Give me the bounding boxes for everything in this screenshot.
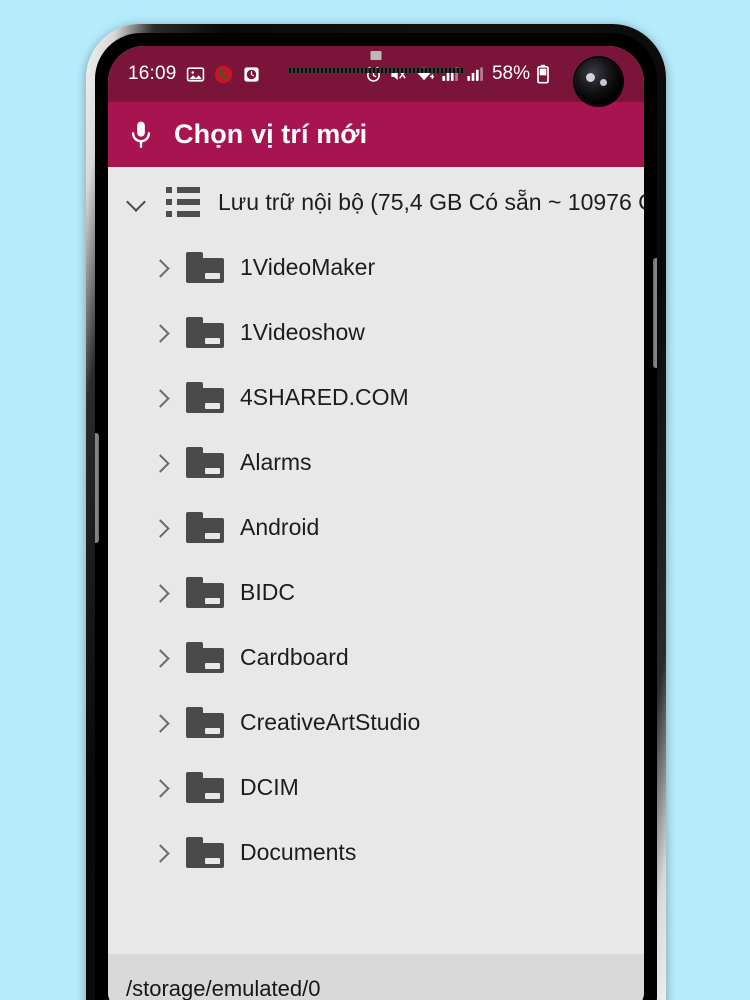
folder-name-label: Cardboard (240, 644, 349, 670)
chevron-right-icon[interactable] (152, 452, 170, 474)
image-icon (186, 65, 205, 84)
folder-name-label: CreativeArtStudio (240, 709, 421, 735)
phone-bezel: 16:09 58% Chọn vị trí mới Lưu trữ nội bộ… (95, 33, 657, 1000)
selected-path-label: /storage/emulated/0 (126, 976, 321, 1000)
status-bar-clock: 16:09 (128, 63, 177, 84)
list-icon (166, 187, 200, 217)
folder-icon (186, 772, 224, 803)
folder-row[interactable]: DCIM (108, 755, 644, 820)
chevron-right-icon[interactable] (152, 777, 170, 799)
folder-icon (186, 642, 224, 673)
folder-row[interactable]: BIDC (108, 560, 644, 625)
microphone-icon[interactable] (128, 120, 154, 150)
folder-name-label: Documents (240, 839, 357, 865)
app-bar: Chọn vị trí mới (108, 102, 644, 167)
status-bar-left: 16:09 (128, 63, 261, 85)
chevron-right-icon[interactable] (152, 257, 170, 279)
chevron-right-icon[interactable] (152, 387, 170, 409)
folder-icon (186, 447, 224, 478)
chevron-right-icon[interactable] (152, 842, 170, 864)
wifi-icon (414, 64, 434, 84)
battery-percent-label: 58% (491, 63, 530, 84)
file-browser-list[interactable]: Lưu trữ nội bộ (75,4 GB Có sẵn ~ 10976 G… (108, 167, 644, 1000)
folder-name-label: Android (240, 514, 320, 540)
proximity-sensor-icon (370, 51, 382, 60)
chevron-down-icon[interactable] (126, 191, 148, 213)
folder-icon (186, 382, 224, 413)
front-camera-icon (575, 58, 622, 105)
folder-name-label: 4SHARED.COM (240, 384, 409, 410)
folder-name-label: 1VideoMaker (240, 254, 376, 280)
phone-frame: 16:09 58% Chọn vị trí mới Lưu trữ nội bộ… (86, 24, 666, 1000)
missed-call-icon (214, 65, 233, 84)
folder-row[interactable]: Android (108, 495, 644, 560)
page-title: Chọn vị trí mới (174, 119, 368, 149)
power-button[interactable] (653, 258, 657, 368)
folder-row[interactable]: CreativeArtStudio (108, 690, 644, 755)
chevron-right-icon[interactable] (152, 712, 170, 734)
storage-root-row[interactable]: Lưu trữ nội bộ (75,4 GB Có sẵn ~ 10976 G… (108, 167, 644, 235)
folder-name-label: DCIM (240, 774, 299, 800)
folder-icon (186, 317, 224, 348)
storage-root-label: Lưu trữ nội bộ (75,4 GB Có sẵn ~ 10976 G… (218, 188, 644, 215)
folder-row[interactable]: Cardboard (108, 625, 644, 690)
folder-row[interactable]: 4SHARED.COM (108, 365, 644, 430)
folder-name-label: BIDC (240, 579, 295, 605)
folder-rows-container: 1VideoMaker 1Videoshow 4SHARED.COM Alarms An… (108, 235, 644, 885)
clock-icon (242, 65, 261, 84)
folder-icon (186, 577, 224, 608)
folder-row[interactable]: Documents (108, 820, 644, 885)
chevron-right-icon[interactable] (152, 517, 170, 539)
folder-icon (186, 707, 224, 738)
folder-row[interactable]: 1VideoMaker (108, 235, 644, 300)
folder-row[interactable]: 1Videoshow (108, 300, 644, 365)
folder-name-label: 1Videoshow (240, 319, 365, 345)
signal-bars-sim2-icon (465, 65, 484, 84)
folder-icon (186, 837, 224, 868)
chevron-right-icon[interactable] (152, 582, 170, 604)
folder-icon (186, 512, 224, 543)
folder-icon (186, 252, 224, 283)
earpiece-speaker (287, 68, 465, 73)
selected-path-panel: /storage/emulated/0 [/storage/emulated/0… (108, 954, 644, 1000)
chevron-right-icon[interactable] (152, 322, 170, 344)
folder-name-label: Alarms (240, 449, 312, 475)
battery-icon (536, 64, 550, 84)
volume-button[interactable] (95, 433, 99, 543)
folder-row[interactable]: Alarms (108, 430, 644, 495)
chevron-right-icon[interactable] (152, 647, 170, 669)
phone-screen: 16:09 58% Chọn vị trí mới Lưu trữ nội bộ… (108, 46, 644, 1000)
